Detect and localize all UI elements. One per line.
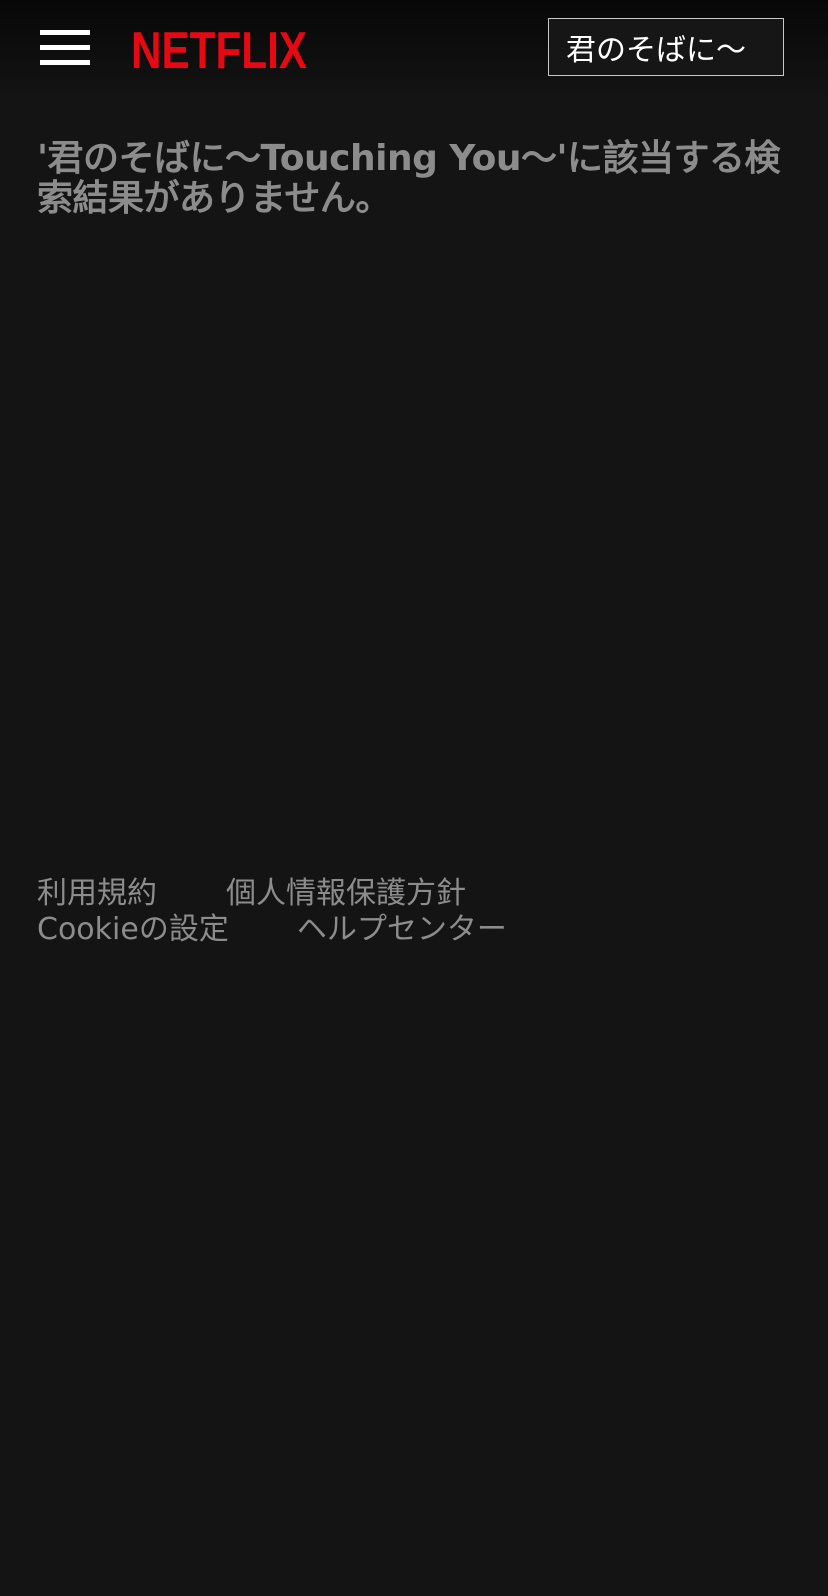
logo-text: NETFLIX [131, 22, 307, 74]
footer: 利用規約 個人情報保護方針 Cookieの設定 ヘルプセンター [37, 872, 737, 947]
menu-bar-top [40, 30, 90, 35]
netflix-logo[interactable]: NETFLIX [131, 20, 309, 74]
footer-link-help-center[interactable]: ヘルプセンター [297, 904, 507, 948]
no-results-message: '君のそばに〜Touching You〜'に該当する検索結果がありません。 [37, 138, 781, 219]
top-nav-bar: NETFLIX [0, 0, 828, 100]
search-box[interactable] [548, 18, 784, 76]
footer-link-cookie-settings[interactable]: Cookieの設定 [37, 904, 229, 948]
menu-bar-middle [40, 45, 90, 50]
hamburger-menu-icon[interactable] [40, 28, 92, 70]
search-input[interactable] [549, 19, 783, 75]
footer-row: Cookieの設定 ヘルプセンター [37, 908, 737, 947]
menu-bar-bottom [40, 60, 90, 65]
footer-row: 利用規約 個人情報保護方針 [37, 872, 737, 911]
